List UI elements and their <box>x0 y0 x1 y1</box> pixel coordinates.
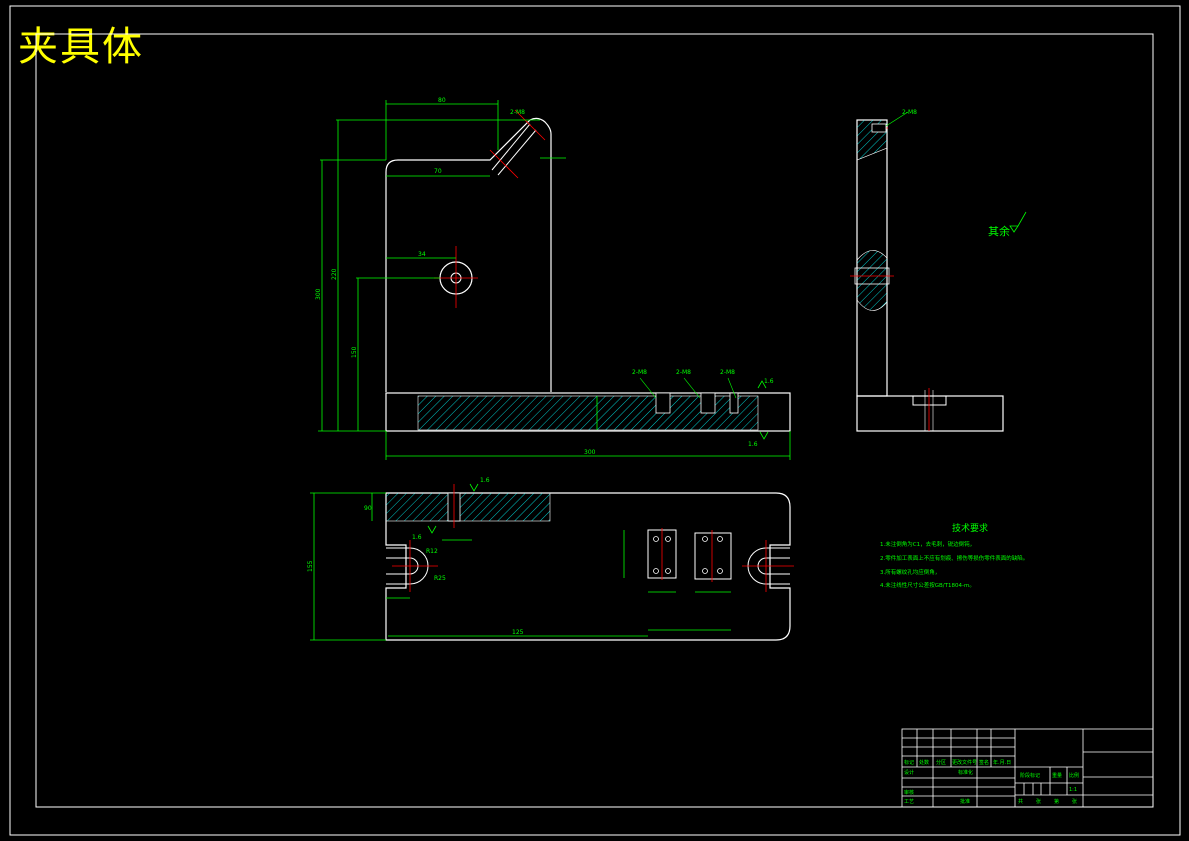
technical-requirements: 技术要求 1.未注倒角为C1，去毛刺，锐边倒钝， 2.零件加工表面上不应有划痕、… <box>880 522 1028 589</box>
tech-req-line-4: 4.未注线性尺寸公差按GB/T1804-m。 <box>880 581 975 589</box>
svg-text:审核: 审核 <box>904 789 914 796</box>
front-vertical-plate <box>385 117 552 392</box>
dim-slot-r2: R25 <box>434 575 446 582</box>
title-block <box>901 728 1154 808</box>
title-block-text: 标记 处数 分区 更改文件号 签名 年.月.日 设计 标准化 审核 工艺 批准 … <box>904 759 1079 805</box>
svg-text:1.6: 1.6 <box>480 477 490 484</box>
svg-text:比例: 比例 <box>1069 772 1079 779</box>
plan-hatched-section <box>385 492 551 522</box>
svg-text:年.月.日: 年.月.日 <box>993 759 1011 766</box>
base-slot-3 <box>729 392 739 414</box>
side-view: 2-M8 其余 <box>850 109 1027 432</box>
front-view: 80 70 300 220 150 34 300 1.6 1.6 2-M8 2-… <box>315 97 791 460</box>
dim-inner-width: 70 <box>434 168 442 175</box>
svg-text:标准化: 标准化 <box>958 769 973 776</box>
roughness-symbol <box>1009 211 1027 233</box>
dim-slot-r1: R12 <box>426 548 438 555</box>
engineering-drawing: 80 70 300 220 150 34 300 1.6 1.6 2-M8 2-… <box>9 5 1181 836</box>
svg-text:设计: 设计 <box>904 769 914 776</box>
bolt-pad-2 <box>694 532 732 580</box>
svg-text:2-M8: 2-M8 <box>676 369 691 376</box>
svg-text:签名: 签名 <box>979 759 989 766</box>
dim-hole-height: 150 <box>351 346 358 358</box>
svg-text:2-M8: 2-M8 <box>720 369 735 376</box>
svg-text:批准: 批准 <box>960 798 970 805</box>
roughness-other-label: 其余 <box>988 224 1010 238</box>
base-slot-2 <box>700 392 716 414</box>
svg-text:更改文件号: 更改文件号 <box>952 759 977 766</box>
svg-text:共: 共 <box>1018 798 1023 805</box>
svg-text:阶段标记: 阶段标记 <box>1020 772 1040 779</box>
svg-text:标记: 标记 <box>904 759 914 766</box>
dim-plan-width: 155 <box>307 560 314 572</box>
side-hole-callout: 2-M8 <box>902 109 917 116</box>
front-hole-callouts: 2-M8 2-M8 2-M8 2-M8 <box>510 109 735 376</box>
side-base-step <box>912 396 947 406</box>
tech-req-line-2: 2.零件加工表面上不应有划痕、擦伤等损伤零件表面的缺陷。 <box>880 554 1028 562</box>
svg-text:1:1: 1:1 <box>1069 787 1077 793</box>
tech-req-line-3: 3.所有螺纹孔均应倒角， <box>880 568 940 576</box>
svg-text:张: 张 <box>1072 798 1077 805</box>
angled-slot-edge-2 <box>497 129 537 176</box>
dim-total-height: 300 <box>315 288 322 300</box>
svg-text:1.6: 1.6 <box>412 534 422 541</box>
side-base <box>856 395 1004 432</box>
base-slot-1 <box>655 392 671 414</box>
svg-text:重量: 重量 <box>1052 772 1062 779</box>
svg-text:2-M8: 2-M8 <box>632 369 647 376</box>
tech-req-line-1: 1.未注倒角为C1，去毛刺，锐边倒钝， <box>880 540 975 548</box>
side-mid-section <box>856 250 888 311</box>
plan-view: 155 125 90 R12 R25 1.6 1.6 <box>307 477 794 641</box>
svg-text:第: 第 <box>1054 798 1059 805</box>
dim-top-width: 80 <box>438 97 446 104</box>
dim-hole-offset: 34 <box>418 251 426 258</box>
angled-centerline <box>489 149 519 179</box>
dim-base-depth: 90 <box>364 505 372 512</box>
dim-upper-height: 220 <box>331 268 338 280</box>
svg-text:工艺: 工艺 <box>904 799 914 805</box>
svg-text:2-M8: 2-M8 <box>510 109 525 116</box>
dim-base-length: 300 <box>584 449 596 456</box>
svg-text:分区: 分区 <box>936 759 946 766</box>
tech-req-heading: 技术要求 <box>952 522 988 534</box>
svg-text:处数: 处数 <box>919 759 929 766</box>
svg-text:1.6: 1.6 <box>764 378 774 385</box>
svg-text:1.6: 1.6 <box>748 441 758 448</box>
svg-text:张: 张 <box>1036 798 1041 805</box>
dim-plan-offset: 125 <box>512 629 524 636</box>
